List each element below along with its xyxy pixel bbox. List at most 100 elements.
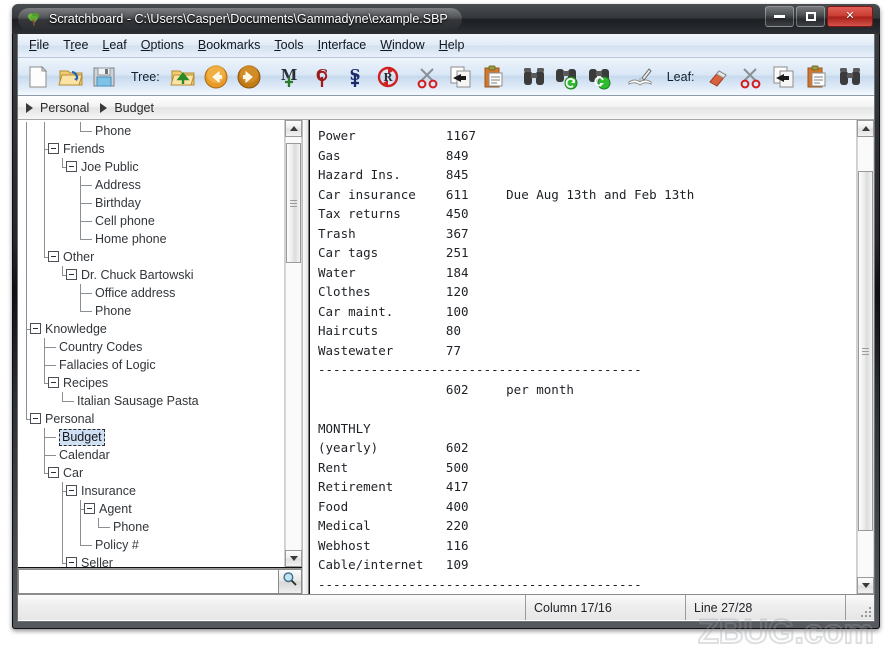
find-previous-icon[interactable] (552, 62, 582, 92)
editor-scroll-down-button[interactable] (857, 577, 874, 594)
tree-item[interactable]: Italian Sausage Pasta (18, 392, 284, 410)
save-disk-icon[interactable] (89, 62, 119, 92)
tree-view[interactable]: Phone Friends Joe Public Address Birthday Cel… (18, 120, 284, 567)
tree-item[interactable]: Phone (18, 302, 284, 320)
tree-scroll-thumb[interactable] (286, 143, 301, 263)
editor-scroll-up-button[interactable] (857, 120, 874, 137)
copy-pages-icon[interactable] (446, 62, 476, 92)
editor-scroll-thumb[interactable] (858, 171, 873, 531)
tree-item[interactable]: Friends (18, 140, 284, 158)
tree-collapse-toggle-icon[interactable] (48, 467, 59, 478)
tree-item[interactable]: Country Codes (18, 338, 284, 356)
tree-item[interactable]: Car (18, 464, 284, 482)
tree-item[interactable]: Calendar (18, 446, 284, 464)
forward-arrow-icon[interactable] (234, 62, 264, 92)
new-document-icon[interactable] (23, 62, 53, 92)
title-bar[interactable]: Scratchboard - C:\Users\Casper\Documents… (12, 4, 880, 34)
menu-options[interactable]: Options (134, 35, 191, 56)
paste-clipboard-icon[interactable] (802, 62, 832, 92)
tree-item[interactable]: Insurance (18, 482, 284, 500)
tree-item[interactable]: Home phone (18, 230, 284, 248)
menu-tools[interactable]: Tools (267, 35, 310, 56)
tree-scroll-up-button[interactable] (285, 120, 302, 137)
tree-item[interactable]: Phone (18, 122, 284, 140)
maximize-button[interactable] (796, 6, 825, 27)
tree-item-label: Home phone (95, 232, 167, 246)
tree-item[interactable]: Personal (18, 410, 284, 428)
menu-bookmarks[interactable]: Bookmarks (191, 35, 268, 56)
tree-item[interactable]: Birthday (18, 194, 284, 212)
open-folder-icon[interactable] (56, 62, 86, 92)
tree-connector-line (44, 347, 56, 348)
tree-item[interactable]: Joe Public (18, 158, 284, 176)
tree-item[interactable]: Cell phone (18, 212, 284, 230)
find-next-icon[interactable] (585, 62, 615, 92)
tree-collapse-toggle-icon[interactable] (48, 143, 59, 154)
pane-splitter[interactable] (302, 120, 309, 594)
tree-collapse-toggle-icon[interactable] (30, 323, 41, 334)
tree-item[interactable]: Policy # (18, 536, 284, 554)
tree-collapse-toggle-icon[interactable] (66, 485, 77, 496)
tree-collapse-toggle-icon[interactable] (66, 161, 77, 172)
tree-item[interactable]: Phone (18, 518, 284, 536)
tree-item[interactable]: Recipes (18, 374, 284, 392)
tree-item-selected[interactable]: Budget (18, 428, 284, 446)
merge-tree-icon[interactable]: M (274, 62, 304, 92)
tree-connector-line (62, 500, 63, 518)
editor-scroll-track[interactable] (857, 137, 874, 577)
tree-connector-line (44, 464, 45, 473)
minimize-button[interactable] (765, 6, 794, 27)
cut-tree-icon[interactable]: C (307, 62, 337, 92)
eraser-icon[interactable] (703, 62, 733, 92)
breadcrumb-item-budget[interactable]: Budget (114, 101, 154, 115)
tree-connector-line (80, 311, 92, 312)
tree-item[interactable]: Address (18, 176, 284, 194)
tree-collapse-toggle-icon[interactable] (66, 557, 77, 567)
tree-item[interactable]: Agent (18, 500, 284, 518)
menu-window[interactable]: Window (373, 35, 431, 56)
chevron-right-icon (100, 102, 108, 113)
find-binoculars-icon[interactable] (519, 62, 549, 92)
paste-clipboard-icon[interactable] (479, 62, 509, 92)
search-button[interactable] (278, 569, 302, 594)
copy-pages-icon[interactable] (769, 62, 799, 92)
tree-item[interactable]: Other (18, 248, 284, 266)
move-up-folder-icon[interactable] (168, 62, 198, 92)
menu-help[interactable]: Help (432, 35, 472, 56)
edit-note-icon[interactable] (625, 62, 655, 92)
window-controls: ✕ (765, 6, 873, 27)
menu-leaf[interactable]: Leaf (95, 35, 133, 56)
tree-item[interactable]: Dr. Chuck Bartowski (18, 266, 284, 284)
editor-scrollbar[interactable] (856, 120, 874, 594)
app-root: Scratchboard - C:\Users\Casper\Documents… (0, 0, 894, 657)
close-button[interactable]: ✕ (827, 6, 873, 27)
tree-collapse-toggle-icon[interactable] (48, 377, 59, 388)
tree-item[interactable]: Knowledge (18, 320, 284, 338)
tree-item-label: Italian Sausage Pasta (77, 394, 199, 408)
refresh-tree-icon[interactable]: R (373, 62, 403, 92)
tree-scroll-track[interactable] (285, 137, 302, 550)
tree-scrollbar[interactable] (284, 120, 302, 567)
tree-collapse-toggle-icon[interactable] (48, 251, 59, 262)
tree-item-label: Birthday (95, 196, 141, 210)
tree-collapse-toggle-icon[interactable] (84, 503, 95, 514)
scissors-cut-icon[interactable] (413, 62, 443, 92)
find-binoculars-icon[interactable] (835, 62, 865, 92)
tree-item[interactable]: Fallacies of Logic (18, 356, 284, 374)
back-arrow-icon[interactable] (201, 62, 231, 92)
tree-collapse-toggle-icon[interactable] (30, 413, 41, 424)
leaf-text-editor[interactable]: Power 1167 Gas 849 Hazard Ins. 845 Car i… (310, 120, 856, 594)
search-input[interactable] (18, 569, 278, 594)
tree-item-label: Address (95, 178, 141, 192)
tree-item[interactable]: Seller (18, 554, 284, 567)
menu-interface[interactable]: Interface (311, 35, 374, 56)
tree-scroll-down-button[interactable] (285, 550, 302, 567)
menu-tree[interactable]: Tree (56, 35, 95, 56)
status-resize-area[interactable] (846, 595, 874, 620)
split-tree-icon[interactable]: S (340, 62, 370, 92)
breadcrumb-item-personal[interactable]: Personal (40, 101, 89, 115)
tree-item[interactable]: Office address (18, 284, 284, 302)
scissors-cut-icon[interactable] (736, 62, 766, 92)
menu-file[interactable]: File (22, 35, 56, 56)
tree-collapse-toggle-icon[interactable] (66, 269, 77, 280)
